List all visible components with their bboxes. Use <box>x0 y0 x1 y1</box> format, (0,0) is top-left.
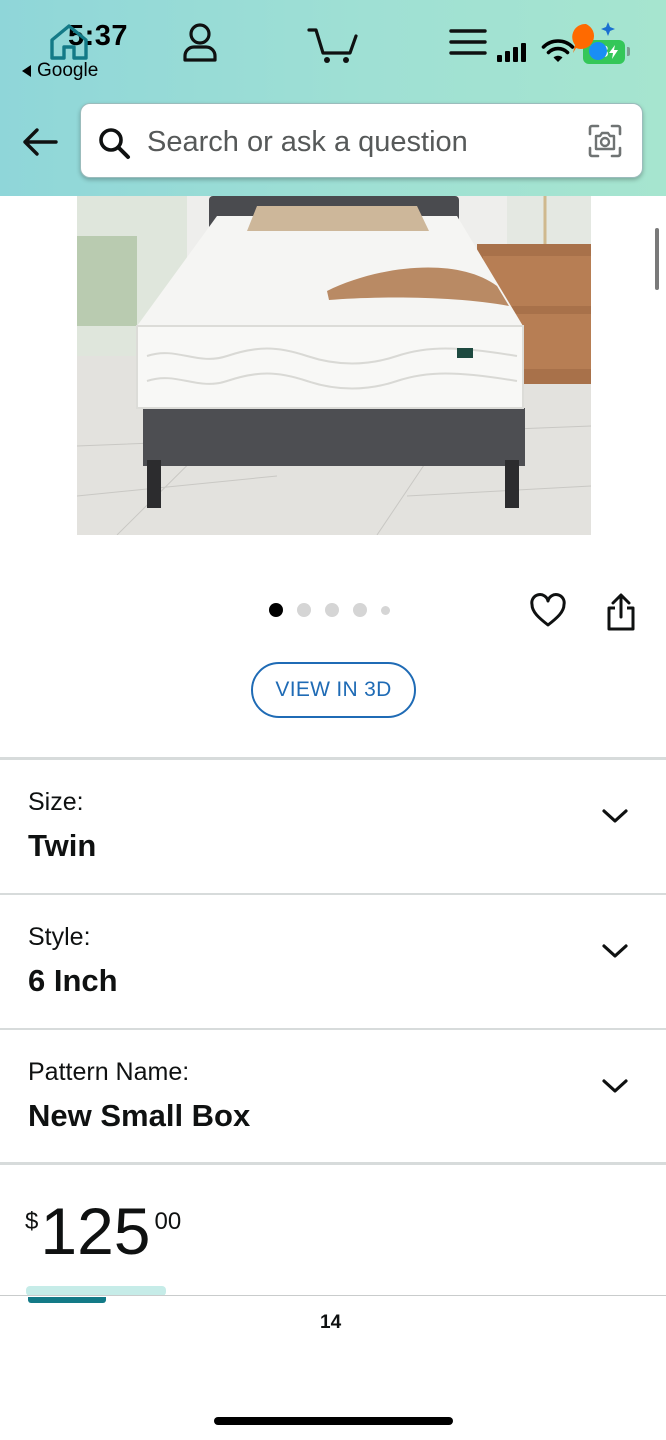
size-value: Twin <box>28 828 97 863</box>
active-tab-indicator <box>28 1297 106 1303</box>
pattern-value: New Small Box <box>28 1098 251 1133</box>
home-indicator <box>214 1417 453 1425</box>
pagination-dot[interactable] <box>269 603 283 617</box>
price-fraction: 00 <box>154 1208 182 1235</box>
rufus-icon[interactable] <box>568 18 616 66</box>
search-icon <box>99 128 130 159</box>
chevron-down-icon <box>602 1079 628 1093</box>
image-pagination-dots[interactable] <box>269 603 390 617</box>
pagination-dot[interactable] <box>381 605 390 615</box>
chevron-down-icon <box>602 944 628 958</box>
view-in-3d-button[interactable]: VIEW IN 3D <box>251 662 416 718</box>
pattern-label: Pattern Name: <box>28 1058 190 1086</box>
back-arrow-icon[interactable] <box>20 124 60 160</box>
share-icon[interactable] <box>604 592 638 632</box>
back-triangle-icon <box>22 65 31 77</box>
pagination-dot[interactable] <box>325 603 339 617</box>
cellular-signal-icon <box>497 42 526 62</box>
search-input[interactable] <box>147 122 567 162</box>
pattern-selector[interactable]: Pattern Name: New Small Box <box>0 1030 666 1163</box>
style-selector[interactable]: Style: 6 Inch <box>0 895 666 1028</box>
style-value: 6 Inch <box>28 963 118 998</box>
mattress-on-bed-image <box>77 196 591 535</box>
camera-lens-icon[interactable] <box>587 123 623 159</box>
scroll-indicator <box>655 228 659 290</box>
heart-icon[interactable] <box>529 592 567 630</box>
chevron-down-icon <box>602 809 628 823</box>
account-icon[interactable] <box>176 18 224 66</box>
home-icon[interactable] <box>45 18 93 66</box>
pagination-dot[interactable] <box>297 603 311 617</box>
product-price: $ 125 00 <box>25 1196 181 1266</box>
cart-icon[interactable] <box>306 18 362 66</box>
section-divider <box>0 1162 666 1165</box>
price-currency: $ <box>25 1208 39 1235</box>
pagination-dot[interactable] <box>353 603 367 617</box>
size-label: Size: <box>28 788 84 816</box>
menu-icon[interactable] <box>444 18 492 66</box>
style-label: Style: <box>28 923 91 951</box>
size-selector[interactable]: Size: Twin <box>0 760 666 893</box>
battery-tip <box>627 47 630 56</box>
product-image[interactable] <box>77 196 591 535</box>
search-bar[interactable] <box>80 103 643 178</box>
price-whole: 125 <box>40 1194 151 1268</box>
cart-count-badge: 14 <box>320 1312 342 1333</box>
